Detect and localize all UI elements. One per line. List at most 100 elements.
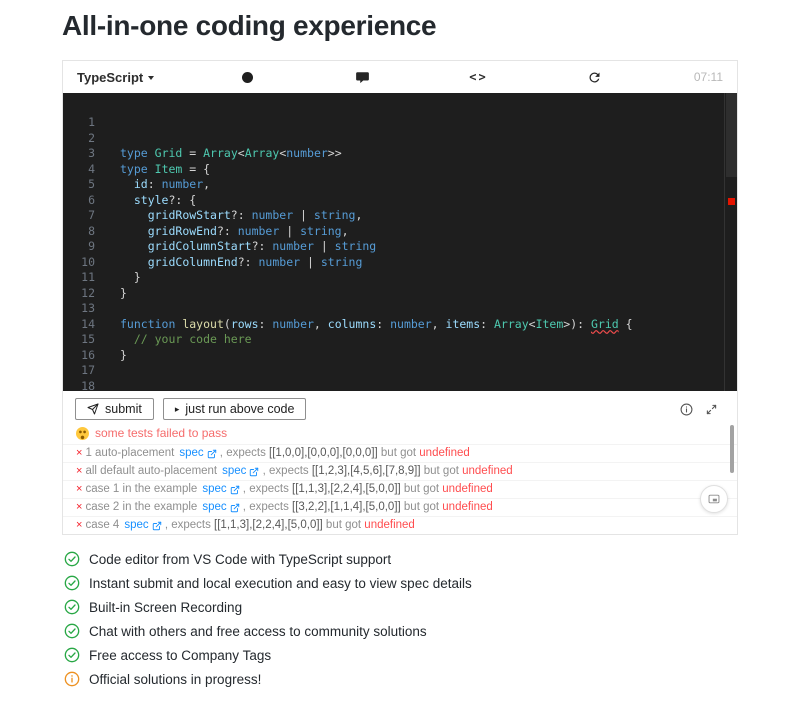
feature-item: Code editor from VS Code with TypeScript… — [64, 551, 738, 567]
line-number: 5 — [63, 177, 120, 193]
code-line-text: function layout(rows: number, columns: n… — [120, 317, 633, 331]
code-line-text: type Grid = Array<Array<number>> — [120, 146, 342, 160]
run-button-label: just run above code — [185, 402, 294, 416]
play-icon: ▸ — [175, 404, 180, 415]
check-circle-icon — [64, 647, 80, 663]
code-line-text: gridColumnStart?: number | string — [120, 239, 376, 253]
expects-label: , expects — [162, 519, 214, 532]
code-line-text: gridRowEnd?: number | string, — [120, 224, 349, 238]
code-line: 14function layout(rows: number, columns:… — [63, 317, 737, 333]
code-line: 15 // your code here — [63, 332, 737, 348]
spec-link-label: spec — [179, 447, 203, 460]
info-icon — [680, 403, 693, 416]
screen-frame-icon — [707, 492, 721, 506]
line-number: 10 — [63, 255, 120, 271]
got-value: undefined — [442, 483, 493, 496]
got-value: undefined — [462, 465, 513, 478]
feature-text: Built-in Screen Recording — [89, 600, 242, 615]
code-line-text: } — [120, 270, 141, 284]
test-result-row: ×all default auto-placementspec , expect… — [63, 462, 737, 480]
test-result-row: ×1 auto-placementspec , expects [[1,0,0]… — [63, 444, 737, 462]
submit-button-label: submit — [105, 402, 142, 416]
editor-scrollbar[interactable] — [726, 93, 737, 177]
code-icon: <> — [469, 70, 487, 84]
test-status-text: some tests failed to pass — [95, 426, 227, 440]
external-link-icon — [152, 521, 162, 531]
check-circle-icon — [64, 623, 80, 639]
expand-button[interactable] — [706, 404, 717, 415]
check-circle-icon — [64, 599, 80, 615]
code-line: 10 gridColumnEnd?: number | string — [63, 255, 737, 271]
actions-bar: submit ▸ just run above code — [63, 391, 737, 425]
feature-text: Official solutions in progress! — [89, 672, 261, 687]
check-circle-icon — [64, 575, 80, 591]
feature-list: Code editor from VS Code with TypeScript… — [62, 551, 738, 687]
language-selector[interactable]: TypeScript — [77, 70, 154, 85]
spec-link[interactable]: spec — [179, 447, 216, 460]
feature-text: Chat with others and free access to comm… — [89, 624, 427, 639]
results-scrollbar[interactable] — [730, 425, 734, 473]
expects-label: , expects — [259, 465, 311, 478]
reset-button[interactable] — [585, 68, 603, 86]
error-marker — [728, 198, 735, 205]
test-name: case 4 — [85, 519, 119, 532]
got-value: undefined — [419, 447, 470, 460]
got-label: but got — [401, 501, 443, 514]
fail-x-icon: × — [76, 447, 82, 460]
spec-link[interactable]: spec — [124, 519, 161, 532]
line-number: 2 — [63, 131, 120, 147]
code-line: 1 — [63, 115, 737, 131]
expected-values: [[3,2,2],[1,1,4],[5,0,0]] — [292, 501, 401, 514]
spec-link-label: spec — [124, 519, 148, 532]
line-number: 14 — [63, 317, 120, 333]
feature-item: Free access to Company Tags — [64, 647, 738, 663]
line-number: 6 — [63, 193, 120, 209]
got-label: but got — [401, 483, 443, 496]
spec-link[interactable]: spec — [222, 465, 259, 478]
code-line: 6 style?: { — [63, 193, 737, 209]
test-status: some tests failed to pass — [63, 425, 737, 444]
feature-text: Free access to Company Tags — [89, 648, 271, 663]
editor-toolbar: TypeScript <> 07:11 — [63, 61, 737, 93]
line-number: 8 — [63, 224, 120, 240]
page: All-in-one coding experience TypeScript … — [0, 10, 800, 687]
record-button[interactable] — [238, 68, 256, 86]
feature-item: Built-in Screen Recording — [64, 599, 738, 615]
got-label: but got — [378, 447, 420, 460]
disappointed-face-icon — [76, 427, 89, 440]
run-button[interactable]: ▸ just run above code — [163, 398, 307, 420]
code-line: 12} — [63, 286, 737, 302]
line-number: 3 — [63, 146, 120, 162]
chat-icon — [355, 70, 370, 85]
chat-button[interactable] — [354, 68, 372, 86]
spec-link[interactable]: spec — [202, 501, 239, 514]
expects-label: , expects — [217, 447, 269, 460]
got-label: but got — [323, 519, 365, 532]
code-line-text: gridColumnEnd?: number | string — [120, 255, 362, 269]
code-line: 9 gridColumnStart?: number | string — [63, 239, 737, 255]
feature-item: Chat with others and free access to comm… — [64, 623, 738, 639]
fail-x-icon: × — [76, 519, 82, 532]
submit-button[interactable]: submit — [75, 398, 154, 420]
code-line-text: // your code here — [120, 332, 252, 346]
code-line: 16} — [63, 348, 737, 364]
refresh-icon — [587, 70, 602, 85]
info-button[interactable] — [680, 403, 693, 416]
expand-icon — [706, 404, 717, 415]
picture-in-picture-button[interactable] — [700, 485, 728, 513]
test-name: case 2 in the example — [85, 501, 197, 514]
code-view-button[interactable]: <> — [469, 68, 487, 86]
expected-values: [[1,1,3],[2,2,4],[5,0,0]] — [292, 483, 401, 496]
expected-values: [[1,0,0],[0,0,0],[0,0,0]] — [269, 447, 378, 460]
code-line: 3type Grid = Array<Array<number>> — [63, 146, 737, 162]
external-link-icon — [249, 467, 259, 477]
external-link-icon — [207, 449, 217, 459]
code-editor[interactable]: 1 2 3type Grid = Array<Array<number>> 4t… — [63, 93, 737, 391]
spec-link[interactable]: spec — [202, 483, 239, 496]
send-icon — [87, 403, 99, 415]
timer: 07:11 — [687, 70, 723, 84]
results-panel: submit ▸ just run above code some — [63, 391, 737, 534]
expects-label: , expects — [240, 501, 292, 514]
test-results: ×1 auto-placementspec , expects [[1,0,0]… — [63, 444, 737, 534]
code-line-text: style?: { — [120, 193, 196, 207]
